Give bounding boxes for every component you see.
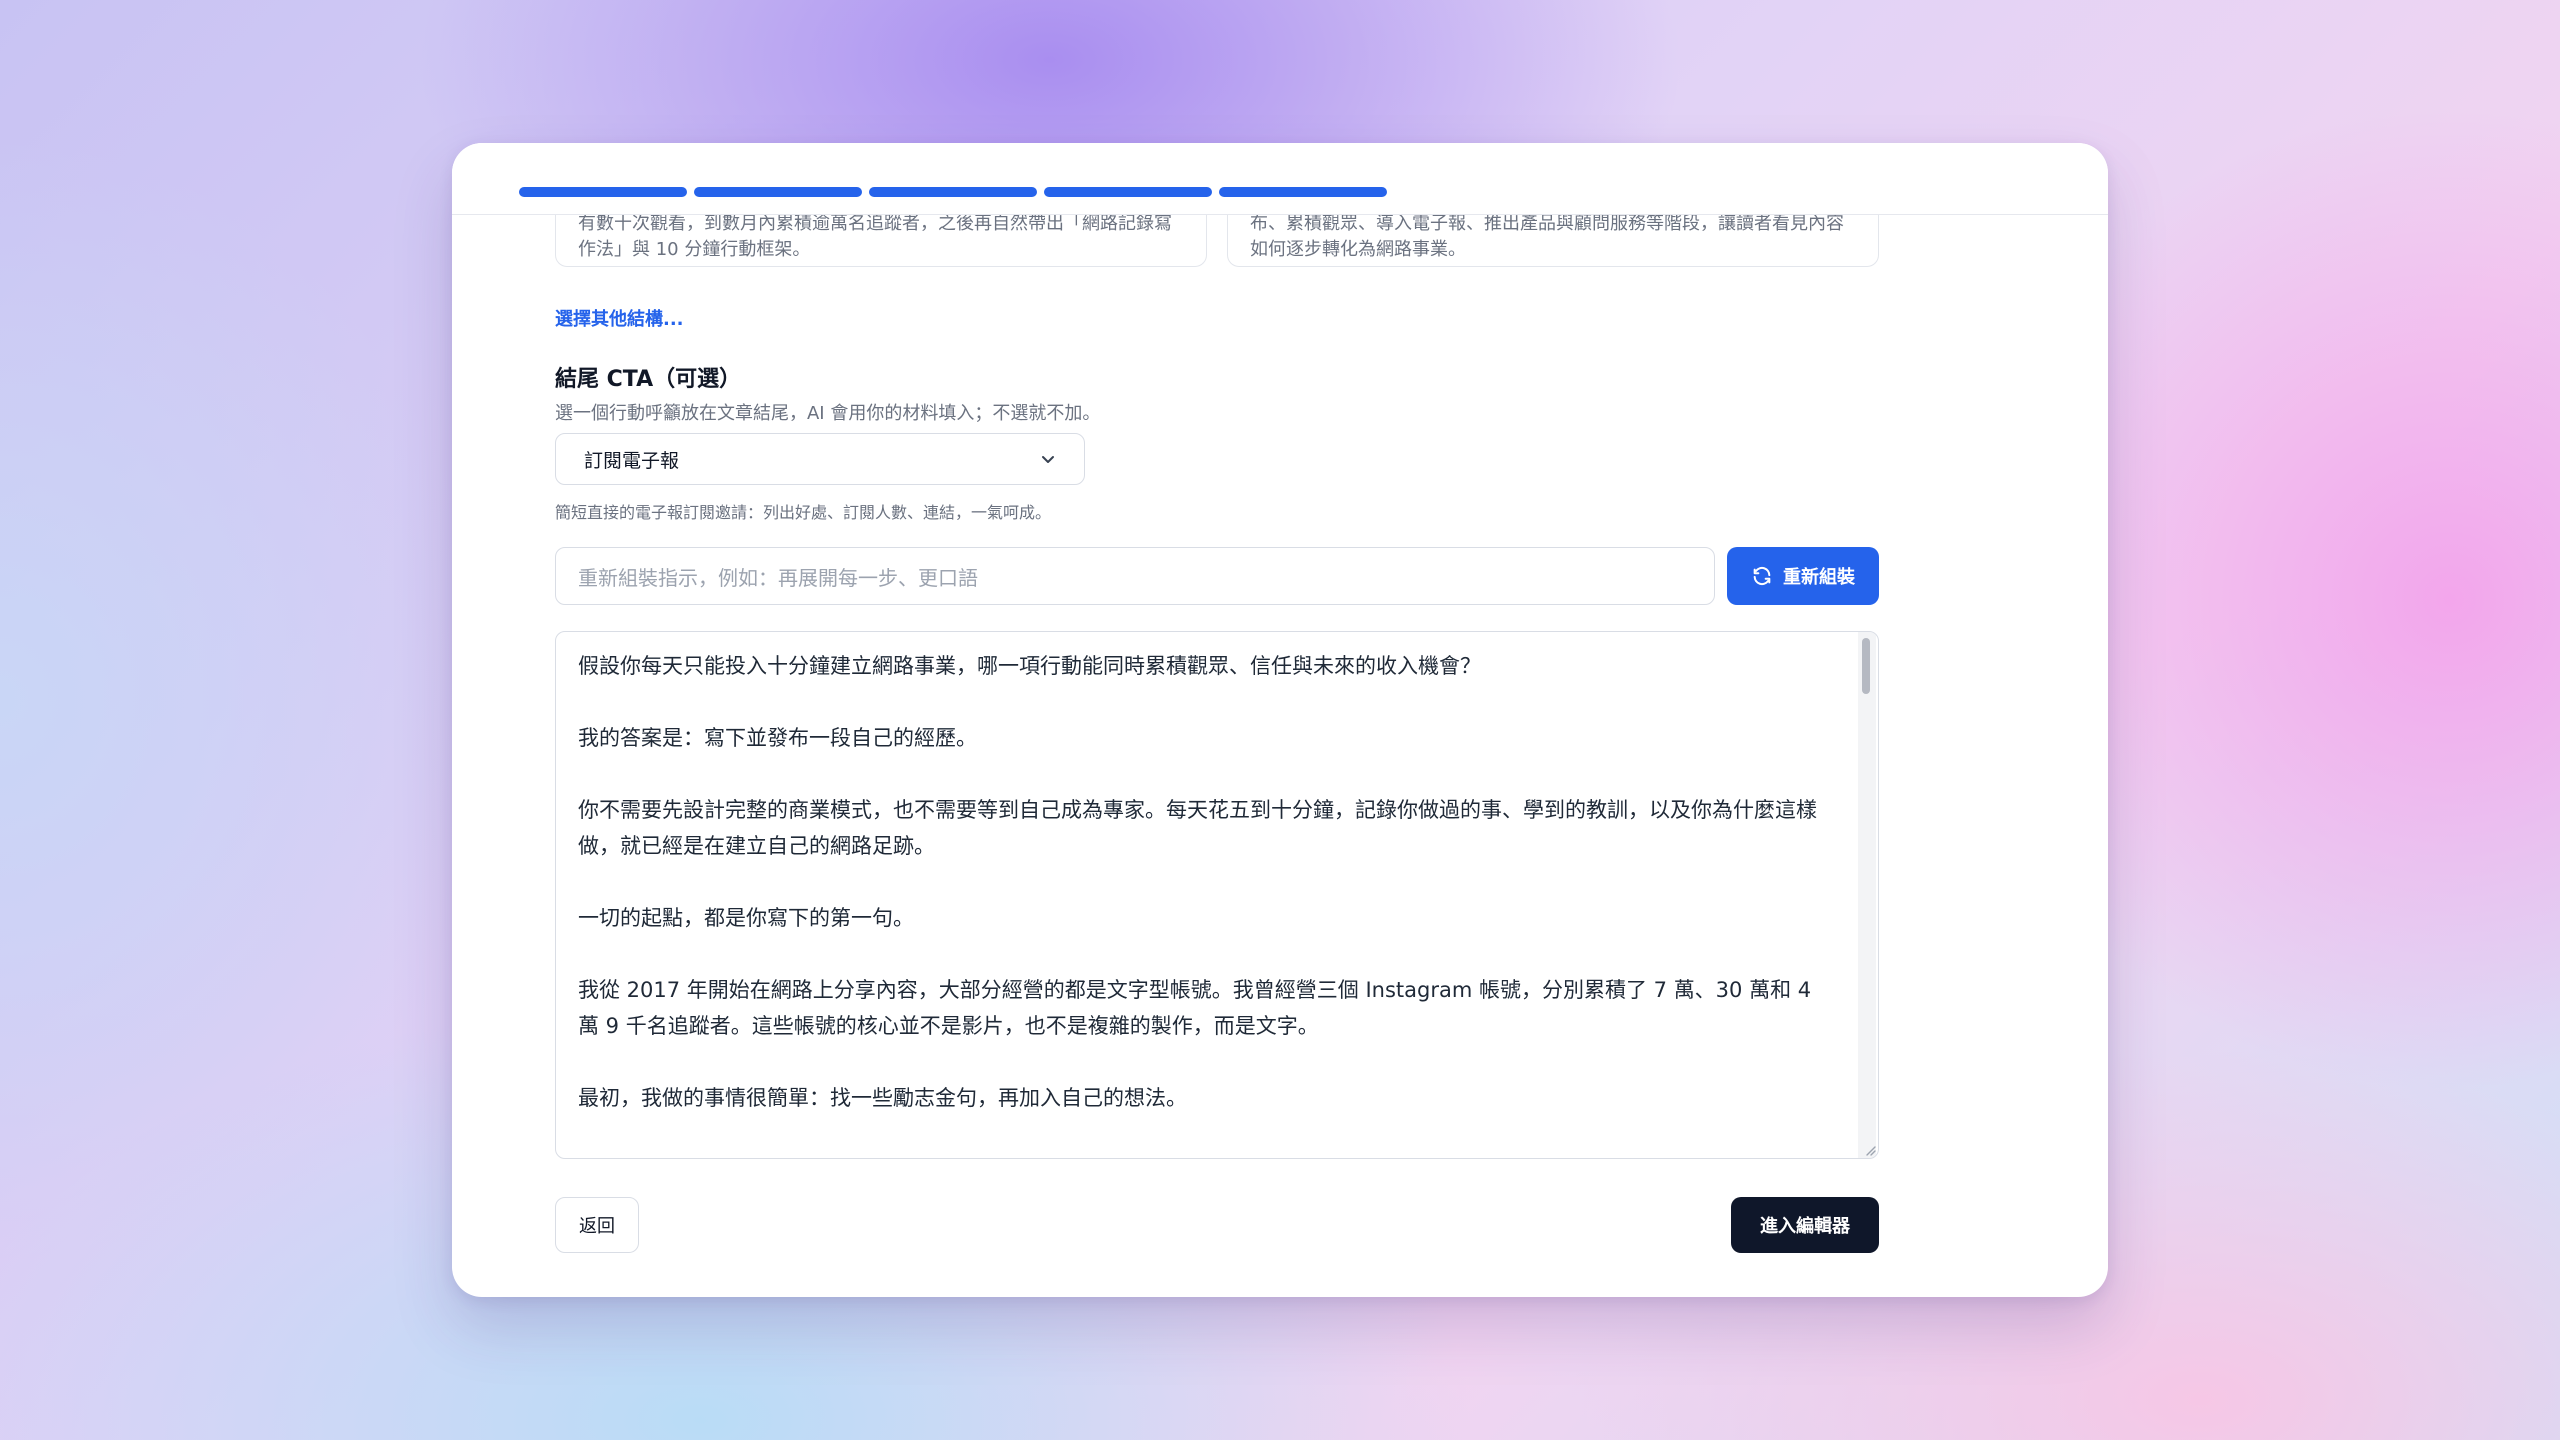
other-structure-link[interactable]: 選擇其他結構...	[555, 305, 684, 331]
draft-paragraph: 我從 2017 年開始在網路上分享內容，大部分經營的都是文字型帳號。我曾經營三個…	[578, 978, 1812, 1038]
structure-card-text: 布、累積觀眾、導入電子報、推出產品與顧問服務等階段，讓讀者看見內容如何逐步轉化為…	[1250, 213, 1844, 260]
resize-handle-icon[interactable]	[1862, 1142, 1876, 1156]
enter-editor-button[interactable]: 進入編輯器	[1731, 1197, 1879, 1253]
progress-step-1	[519, 187, 687, 197]
progress-step-3	[869, 187, 1037, 197]
cta-select[interactable]: 訂閱電子報	[555, 433, 1085, 485]
draft-textarea[interactable]: 假設你每天只能投入十分鐘建立網路事業，哪一項行動能同時累積觀眾、信任與未來的收入…	[555, 631, 1879, 1159]
draft-scrollbar-thumb[interactable]	[1862, 638, 1870, 694]
chevron-down-icon	[1042, 456, 1054, 463]
cta-section-subtitle: 選一個行動呼籲放在文章結尾，AI 會用你的材料填入；不選就不加。	[555, 403, 1101, 424]
back-button[interactable]: 返回	[555, 1197, 639, 1253]
draft-paragraph: 我的答案是：寫下並發布一段自己的經歷。	[578, 726, 977, 750]
reassemble-button-label: 重新組裝	[1783, 567, 1855, 588]
progress-step-4	[1044, 187, 1212, 197]
structure-card-text: 有數十次觀看，到數月內累積逾萬名追蹤者，之後再自然帶出「網路記錄寫作法」與 10…	[578, 213, 1172, 260]
draft-paragraph: 你不需要先設計完整的商業模式，也不需要等到自己成為專家。每天花五到十分鐘，記錄你…	[578, 798, 1817, 858]
draft-paragraph: 假設你每天只能投入十分鐘建立網路事業，哪一項行動能同時累積觀眾、信任與未來的收入…	[578, 654, 1481, 678]
wizard-window: 有數十次觀看，到數月內累積逾萬名追蹤者，之後再自然帶出「網路記錄寫作法」與 10…	[452, 143, 2108, 1297]
progress-step-5	[1219, 187, 1387, 197]
draft-text: 假設你每天只能投入十分鐘建立網路事業，哪一項行動能同時累積觀眾、信任與未來的收入…	[578, 648, 1838, 1152]
reassemble-input[interactable]: 重新組裝指示，例如：再展開每一步、更口語	[555, 547, 1715, 605]
draft-paragraph: 一切的起點，都是你寫下的第一句。	[578, 906, 914, 930]
cta-hint: 簡短直接的電子報訂閱邀請：列出好處、訂閱人數、連結，一氣呵成。	[555, 503, 1052, 522]
reassemble-button[interactable]: 重新組裝	[1727, 547, 1879, 605]
step-progress-bar	[452, 143, 2108, 215]
draft-scrollbar[interactable]	[1858, 632, 1876, 1158]
draft-paragraph: 最初，我做的事情很簡單：找一些勵志金句，再加入自己的想法。	[578, 1086, 1187, 1110]
cta-section-title: 結尾 CTA（可選）	[555, 367, 742, 392]
cta-select-value: 訂閱電子報	[584, 449, 680, 472]
progress-step-2	[694, 187, 862, 197]
refresh-icon	[1753, 566, 1771, 586]
reassemble-placeholder: 重新組裝指示，例如：再展開每一步、更口語	[578, 565, 978, 590]
